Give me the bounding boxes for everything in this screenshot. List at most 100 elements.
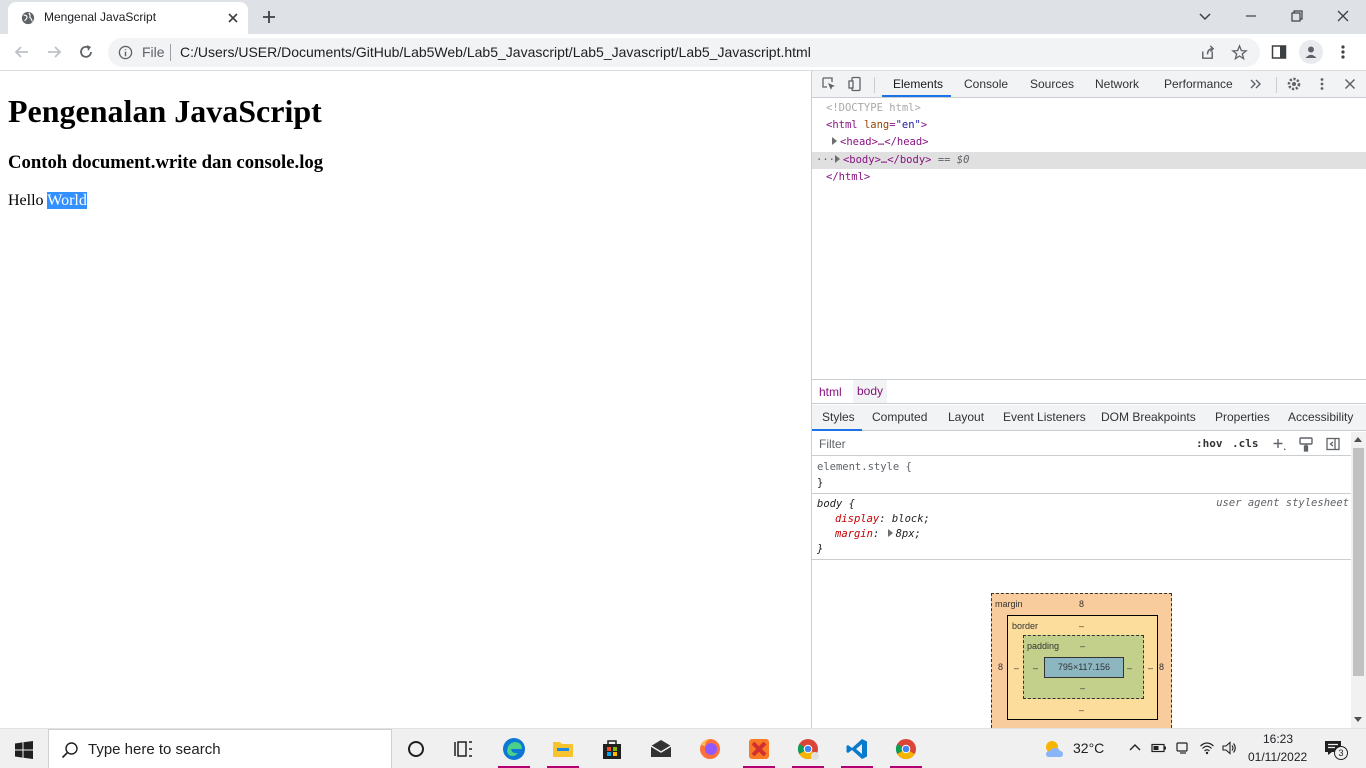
windows-start-icon[interactable] — [15, 741, 33, 759]
volume-icon[interactable] — [1221, 740, 1237, 756]
devtools-tab-console[interactable]: Console — [964, 77, 1008, 91]
info-icon[interactable] — [118, 45, 133, 60]
back-arrow-icon[interactable] — [13, 43, 31, 61]
toggle-sidebar-icon[interactable] — [1325, 436, 1341, 452]
hello-word: Hello — [8, 192, 44, 209]
cls-button[interactable]: .cls — [1232, 437, 1259, 450]
hello-world-text: Hello World — [8, 192, 87, 210]
border-top-value: – — [1079, 621, 1085, 631]
close-window-icon[interactable] — [1333, 6, 1353, 26]
scroll-thumb[interactable] — [1353, 448, 1364, 676]
share-icon[interactable] — [1199, 44, 1216, 61]
tab-computed[interactable]: Computed — [872, 410, 927, 424]
dom-node-doctype[interactable]: <!DOCTYPE html> — [812, 100, 1366, 117]
devtools-tab-elements[interactable]: Elements — [893, 77, 943, 91]
clock-date[interactable]: 01/11/2022 — [1248, 750, 1307, 764]
devtools-tab-sources[interactable]: Sources — [1030, 77, 1074, 91]
hov-button[interactable]: :hov — [1196, 437, 1223, 450]
new-tab-icon[interactable] — [260, 8, 278, 26]
device-toolbar-icon[interactable] — [847, 76, 863, 92]
tab-event-listeners[interactable]: Event Listeners — [1003, 410, 1086, 424]
box-model-content[interactable]: 795×117.156 — [1044, 657, 1124, 678]
filter-input[interactable] — [816, 434, 1186, 454]
minimize-icon[interactable] — [1241, 6, 1261, 26]
browser-tab[interactable]: Mengenal JavaScript — [8, 2, 248, 34]
scroll-up-arrow-icon[interactable] — [1354, 437, 1362, 442]
inspect-element-icon[interactable] — [821, 76, 837, 92]
weather-partly-cloudy-icon[interactable] — [1043, 738, 1065, 760]
tab-search-chevron-icon[interactable] — [1195, 6, 1215, 26]
breadcrumb-html[interactable]: html — [815, 385, 846, 399]
meet-now-icon[interactable] — [1175, 740, 1191, 756]
tab-styles[interactable]: Styles — [822, 410, 855, 424]
tray-chevron-up-icon[interactable] — [1127, 740, 1143, 756]
taskbar-vscode[interactable] — [837, 729, 877, 768]
wifi-icon[interactable] — [1199, 740, 1215, 756]
task-view-button[interactable] — [444, 729, 484, 768]
styles-tab-indicator — [812, 429, 862, 431]
devtools-tab-performance[interactable]: Performance — [1164, 77, 1233, 91]
settings-gear-icon[interactable] — [1286, 76, 1302, 92]
selected-world-word: World — [47, 192, 87, 209]
dom-tree: <!DOCTYPE html> <html lang="en"> <head>…… — [812, 99, 1366, 379]
taskbar-edge[interactable] — [494, 729, 534, 768]
more-tabs-chevron-icon[interactable] — [1248, 76, 1264, 92]
new-rule-plus-icon[interactable] — [1271, 436, 1287, 452]
tab-layout[interactable]: Layout — [948, 410, 984, 424]
notification-count-badge: 3 — [1334, 746, 1348, 760]
devtools-menu-icon[interactable] — [1314, 76, 1330, 92]
taskbar-search-box[interactable]: Type here to search — [48, 729, 392, 768]
cortana-button[interactable] — [396, 729, 436, 768]
prop-margin[interactable]: margin: 8px; — [835, 527, 921, 542]
close-devtools-icon[interactable] — [1342, 76, 1358, 92]
devtools-tab-network[interactable]: Network — [1095, 77, 1139, 91]
taskbar-chrome[interactable] — [886, 729, 926, 768]
expand-triangle-icon[interactable] — [887, 529, 893, 537]
taskbar-xampp[interactable] — [739, 729, 779, 768]
forward-arrow-icon[interactable] — [45, 43, 63, 61]
restore-icon[interactable] — [1287, 6, 1307, 26]
tab-accessibility[interactable]: Accessibility — [1288, 410, 1353, 424]
address-bar[interactable]: File C:/Users/USER/Documents/GitHub/Lab5… — [108, 38, 1260, 67]
reload-icon[interactable] — [77, 43, 95, 61]
taskbar-mail[interactable] — [641, 729, 681, 768]
bookmark-star-icon[interactable] — [1231, 44, 1248, 61]
dom-node-head[interactable]: <head>…</head> — [812, 134, 1366, 151]
scroll-down-arrow-icon[interactable] — [1354, 717, 1362, 722]
weather-temperature[interactable]: 32°C — [1073, 740, 1104, 756]
box-model-border[interactable]: border – – – – padding – – – – 795×117.1… — [1007, 615, 1158, 720]
omnibox-separator — [170, 44, 171, 61]
close-tab-icon[interactable] — [225, 10, 241, 26]
styles-scrollbar[interactable] — [1351, 432, 1366, 728]
element-style-selector[interactable]: element.style { — [817, 460, 912, 475]
clock-time[interactable]: 16:23 — [1263, 732, 1293, 746]
body-selector[interactable]: body { — [817, 497, 855, 512]
tab-dom-breakpoints[interactable]: DOM Breakpoints — [1101, 410, 1196, 424]
expand-triangle-icon[interactable] — [832, 137, 837, 145]
tab-title: Mengenal JavaScript — [44, 10, 157, 24]
body-rule: body { user agent stylesheet display: bl… — [812, 494, 1352, 560]
tab-properties[interactable]: Properties — [1215, 410, 1270, 424]
taskbar-store[interactable] — [592, 729, 632, 768]
taskbar-firefox[interactable] — [690, 729, 730, 768]
taskbar-chrome-profile[interactable] — [788, 729, 828, 768]
profile-avatar[interactable] — [1299, 40, 1323, 64]
more-menu-icon[interactable] — [1334, 43, 1352, 61]
box-model-margin[interactable]: margin 8 8 8 border – – – – padding – – … — [991, 593, 1172, 733]
prop-display[interactable]: display: block; — [835, 512, 930, 527]
paint-brush-icon[interactable] — [1298, 436, 1314, 452]
action-center-button[interactable]: 3 — [1324, 738, 1348, 760]
dom-node-body[interactable]: ··· <body>…</body> == $0 — [812, 152, 1366, 169]
side-panel-icon[interactable] — [1270, 43, 1288, 61]
node-actions-dots[interactable]: ··· — [816, 154, 835, 166]
url-text[interactable]: C:/Users/USER/Documents/GitHub/Lab5Web/L… — [180, 44, 811, 60]
box-model-padding[interactable]: padding – – – – 795×117.156 — [1023, 635, 1144, 699]
dom-node-html-close[interactable]: </html> — [812, 169, 1366, 186]
firefox-icon — [700, 739, 720, 759]
expand-triangle-icon[interactable] — [834, 155, 840, 163]
battery-icon[interactable] — [1151, 740, 1167, 756]
border-label: border — [1012, 621, 1039, 631]
taskbar-file-explorer[interactable] — [543, 729, 583, 768]
breadcrumb-body[interactable]: body — [853, 380, 888, 403]
dom-node-html[interactable]: <html lang="en"> — [812, 117, 1366, 134]
